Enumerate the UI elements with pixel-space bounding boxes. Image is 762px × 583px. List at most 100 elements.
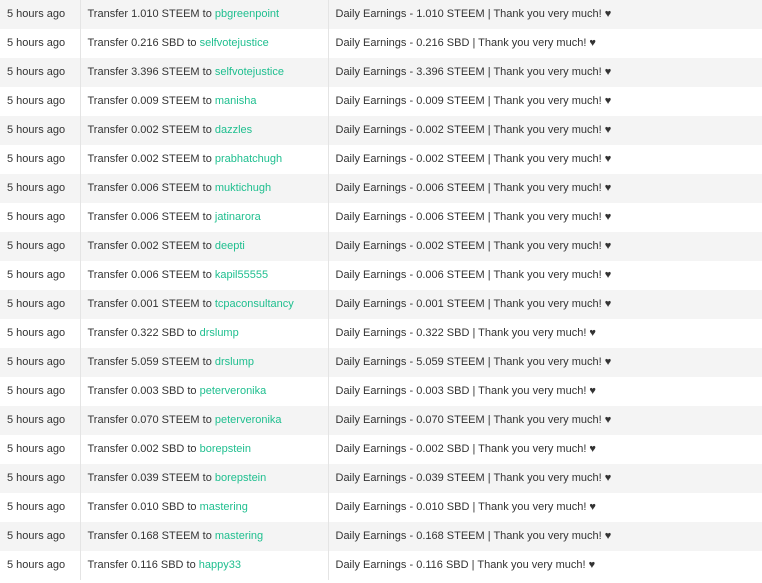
table-row: 5 hours ago Transfer 0.009 STEEM to mani… bbox=[0, 87, 762, 116]
account-link[interactable]: borepstein bbox=[215, 472, 266, 484]
timestamp: 5 hours ago bbox=[0, 0, 81, 29]
operation-text: Transfer 1.010 STEEM to bbox=[87, 8, 215, 20]
operation-text: Transfer 0.006 STEEM to bbox=[87, 269, 215, 281]
account-link[interactable]: peterveronika bbox=[215, 414, 282, 426]
transfer-history-table: 5 hours ago Transfer 1.010 STEEM to pbgr… bbox=[0, 0, 762, 580]
timestamp: 5 hours ago bbox=[0, 290, 81, 319]
operation: Transfer 0.006 STEEM to jatinarora bbox=[80, 203, 329, 232]
table-row: 5 hours ago Transfer 0.010 SBD to master… bbox=[0, 493, 762, 522]
timestamp: 5 hours ago bbox=[0, 522, 81, 551]
memo: Daily Earnings - 0.006 STEEM | Thank you… bbox=[328, 203, 762, 232]
timestamp: 5 hours ago bbox=[0, 551, 81, 580]
operation-text: Transfer 0.002 STEEM to bbox=[87, 124, 215, 136]
operation: Transfer 0.006 STEEM to muktichugh bbox=[80, 174, 329, 203]
account-link[interactable]: selfvotejustice bbox=[215, 66, 284, 78]
timestamp: 5 hours ago bbox=[0, 29, 81, 58]
operation-text: Transfer 0.070 STEEM to bbox=[87, 414, 215, 426]
table-row: 5 hours ago Transfer 0.322 SBD to drslum… bbox=[0, 319, 762, 348]
operation-text: Transfer 0.322 SBD to bbox=[87, 327, 200, 339]
timestamp: 5 hours ago bbox=[0, 406, 81, 435]
operation-text: Transfer 0.002 STEEM to bbox=[87, 240, 215, 252]
operation-text: Transfer 0.009 STEEM to bbox=[87, 95, 215, 107]
operation: Transfer 0.002 SBD to borepstein bbox=[80, 435, 329, 464]
table-row: 5 hours ago Transfer 0.168 STEEM to mast… bbox=[0, 522, 762, 551]
memo: Daily Earnings - 0.002 STEEM | Thank you… bbox=[328, 145, 762, 174]
operation: Transfer 0.322 SBD to drslump bbox=[80, 319, 329, 348]
memo: Daily Earnings - 0.009 STEEM | Thank you… bbox=[328, 87, 762, 116]
memo: Daily Earnings - 0.116 SBD | Thank you v… bbox=[328, 551, 762, 580]
account-link[interactable]: prabhatchugh bbox=[215, 153, 282, 165]
memo: Daily Earnings - 0.322 SBD | Thank you v… bbox=[328, 319, 762, 348]
operation-text: Transfer 0.168 STEEM to bbox=[87, 530, 215, 542]
operation: Transfer 0.168 STEEM to mastering bbox=[80, 522, 329, 551]
account-link[interactable]: muktichugh bbox=[215, 182, 271, 194]
account-link[interactable]: kapil55555 bbox=[215, 269, 268, 281]
table-row: 5 hours ago Transfer 0.070 STEEM to pete… bbox=[0, 406, 762, 435]
account-link[interactable]: tcpaconsultancy bbox=[215, 298, 294, 310]
account-link[interactable]: drslump bbox=[200, 327, 239, 339]
operation-text: Transfer 0.002 STEEM to bbox=[87, 153, 215, 165]
table-row: 5 hours ago Transfer 0.003 SBD to peterv… bbox=[0, 377, 762, 406]
table-row: 5 hours ago Transfer 0.216 SBD to selfvo… bbox=[0, 29, 762, 58]
account-link[interactable]: manisha bbox=[215, 95, 257, 107]
timestamp: 5 hours ago bbox=[0, 435, 81, 464]
table-row: 5 hours ago Transfer 0.002 SBD to boreps… bbox=[0, 435, 762, 464]
table-row: 5 hours ago Transfer 0.002 STEEM to prab… bbox=[0, 145, 762, 174]
timestamp: 5 hours ago bbox=[0, 348, 81, 377]
account-link[interactable]: selfvotejustice bbox=[200, 37, 269, 49]
memo: Daily Earnings - 0.006 STEEM | Thank you… bbox=[328, 261, 762, 290]
operation-text: Transfer 0.003 SBD to bbox=[87, 385, 200, 397]
table-row: 5 hours ago Transfer 3.396 STEEM to self… bbox=[0, 58, 762, 87]
operation: Transfer 5.059 STEEM to drslump bbox=[80, 348, 329, 377]
table-row: 5 hours ago Transfer 0.006 STEEM to mukt… bbox=[0, 174, 762, 203]
table-row: 5 hours ago Transfer 0.006 STEEM to kapi… bbox=[0, 261, 762, 290]
timestamp: 5 hours ago bbox=[0, 319, 81, 348]
operation-text: Transfer 0.002 SBD to bbox=[87, 443, 200, 455]
table-row: 5 hours ago Transfer 0.006 STEEM to jati… bbox=[0, 203, 762, 232]
account-link[interactable]: deepti bbox=[215, 240, 245, 252]
table-row: 5 hours ago Transfer 0.002 STEEM to deep… bbox=[0, 232, 762, 261]
account-link[interactable]: dazzles bbox=[215, 124, 252, 136]
memo: Daily Earnings - 0.010 SBD | Thank you v… bbox=[328, 493, 762, 522]
account-link[interactable]: mastering bbox=[215, 530, 263, 542]
operation: Transfer 0.001 STEEM to tcpaconsultancy bbox=[80, 290, 329, 319]
operation: Transfer 0.216 SBD to selfvotejustice bbox=[80, 29, 329, 58]
operation: Transfer 0.039 STEEM to borepstein bbox=[80, 464, 329, 493]
account-link[interactable]: mastering bbox=[200, 501, 248, 513]
account-link[interactable]: drslump bbox=[215, 356, 254, 368]
operation-text: Transfer 0.006 STEEM to bbox=[87, 182, 215, 194]
operation: Transfer 0.116 SBD to happy33 bbox=[80, 551, 329, 580]
operation: Transfer 0.003 SBD to peterveronika bbox=[80, 377, 329, 406]
operation-text: Transfer 0.001 STEEM to bbox=[87, 298, 215, 310]
table-row: 5 hours ago Transfer 0.039 STEEM to bore… bbox=[0, 464, 762, 493]
account-link[interactable]: happy33 bbox=[199, 559, 241, 571]
timestamp: 5 hours ago bbox=[0, 116, 81, 145]
memo: Daily Earnings - 5.059 STEEM | Thank you… bbox=[328, 348, 762, 377]
timestamp: 5 hours ago bbox=[0, 261, 81, 290]
timestamp: 5 hours ago bbox=[0, 203, 81, 232]
account-link[interactable]: pbgreenpoint bbox=[215, 8, 279, 20]
memo: Daily Earnings - 0.168 STEEM | Thank you… bbox=[328, 522, 762, 551]
memo: Daily Earnings - 1.010 STEEM | Thank you… bbox=[328, 0, 762, 29]
operation-text: Transfer 0.116 SBD to bbox=[87, 559, 199, 571]
operation: Transfer 0.009 STEEM to manisha bbox=[80, 87, 329, 116]
memo: Daily Earnings - 0.070 STEEM | Thank you… bbox=[328, 406, 762, 435]
operation-text: Transfer 0.010 SBD to bbox=[87, 501, 200, 513]
operation-text: Transfer 3.396 STEEM to bbox=[87, 66, 215, 78]
account-link[interactable]: borepstein bbox=[200, 443, 251, 455]
operation-text: Transfer 0.006 STEEM to bbox=[87, 211, 215, 223]
table-row: 5 hours ago Transfer 0.116 SBD to happy3… bbox=[0, 551, 762, 580]
operation-text: Transfer 0.216 SBD to bbox=[87, 37, 200, 49]
operation: Transfer 1.010 STEEM to pbgreenpoint bbox=[80, 0, 329, 29]
operation: Transfer 0.006 STEEM to kapil55555 bbox=[80, 261, 329, 290]
memo: Daily Earnings - 0.001 STEEM | Thank you… bbox=[328, 290, 762, 319]
operation: Transfer 0.010 SBD to mastering bbox=[80, 493, 329, 522]
account-link[interactable]: jatinarora bbox=[215, 211, 261, 223]
table-row: 5 hours ago Transfer 5.059 STEEM to drsl… bbox=[0, 348, 762, 377]
operation: Transfer 0.002 STEEM to prabhatchugh bbox=[80, 145, 329, 174]
memo: Daily Earnings - 0.216 SBD | Thank you v… bbox=[328, 29, 762, 58]
timestamp: 5 hours ago bbox=[0, 493, 81, 522]
timestamp: 5 hours ago bbox=[0, 145, 81, 174]
operation: Transfer 0.002 STEEM to deepti bbox=[80, 232, 329, 261]
account-link[interactable]: peterveronika bbox=[200, 385, 267, 397]
